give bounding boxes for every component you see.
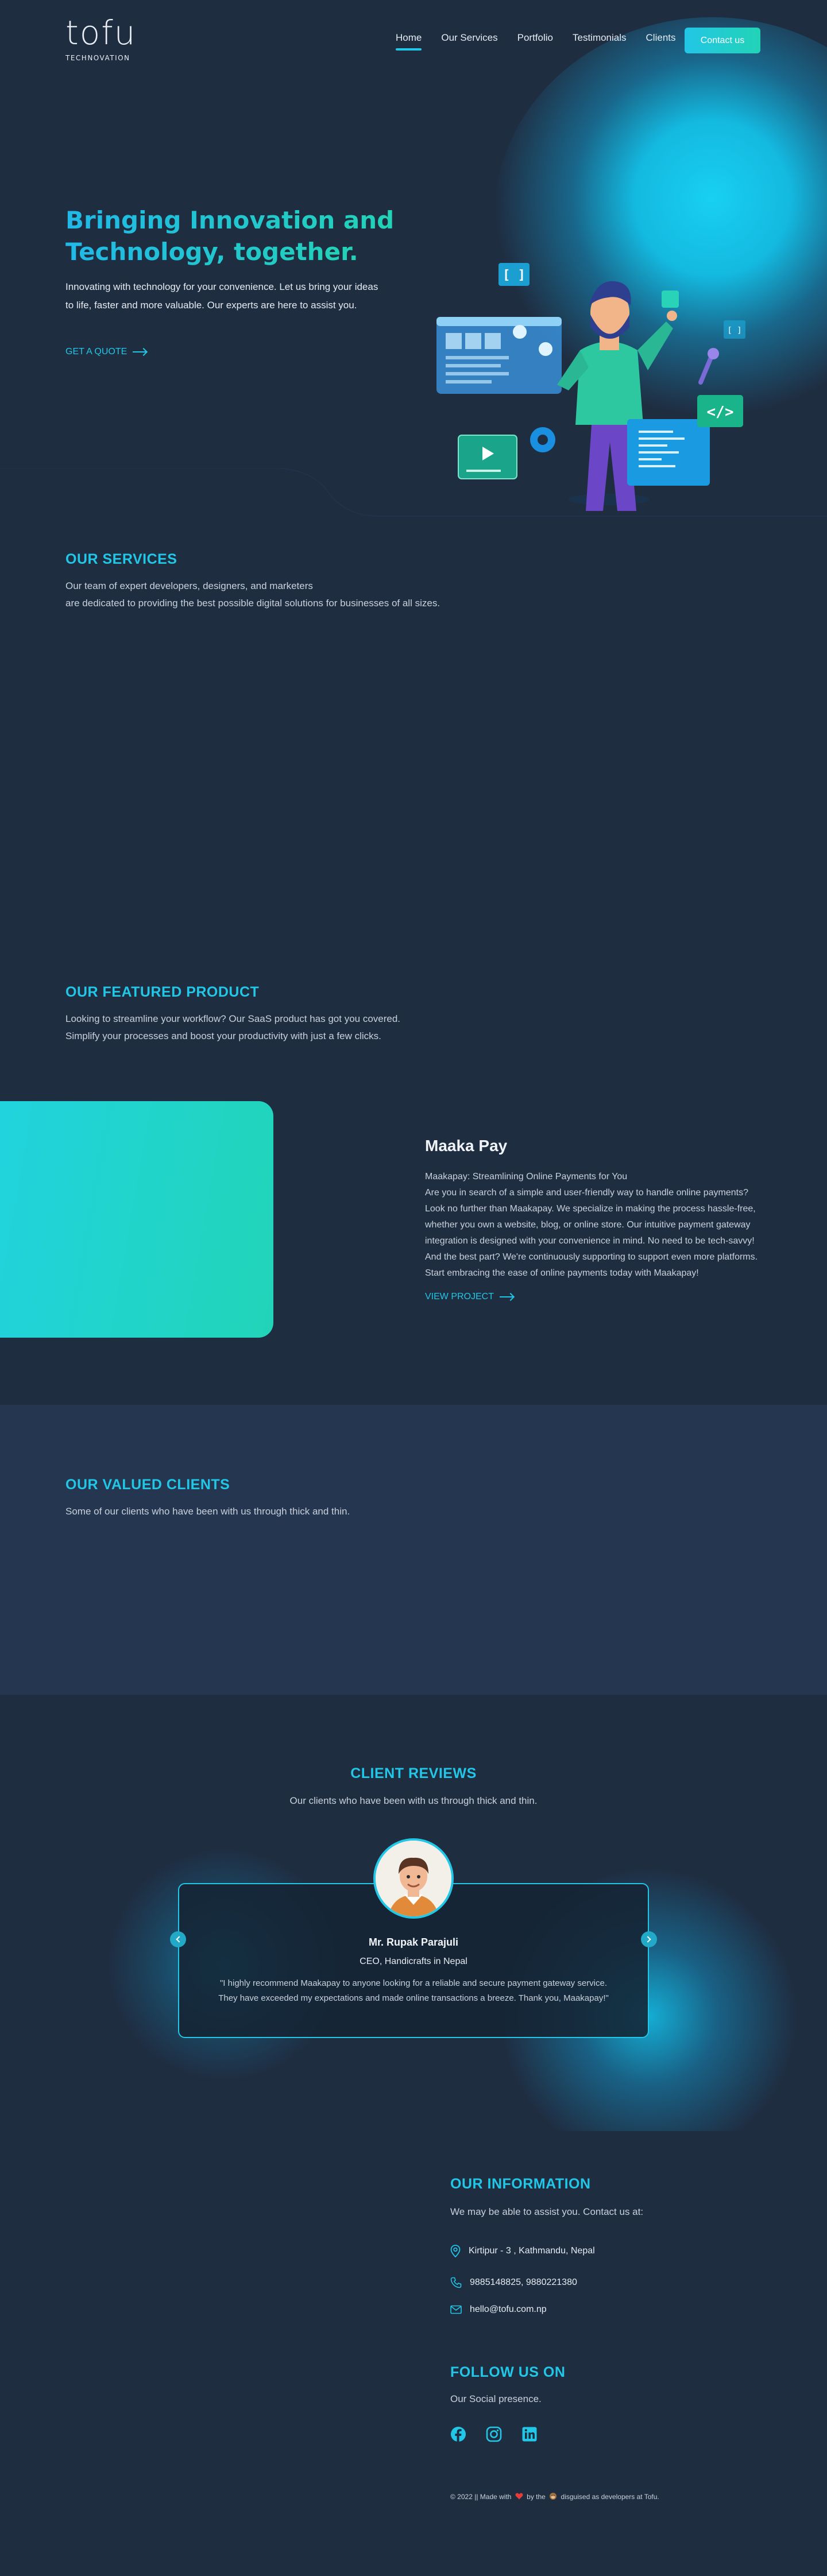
featured-title: OUR FEATURED PRODUCT [65,984,260,1000]
review-next-button[interactable] [641,1931,657,1947]
product-desc-line: Start embracing the ease of online payme… [425,1268,699,1278]
footer [0,2131,827,2576]
hero-text: Innovating with technology for your conv… [65,281,378,311]
nav-our-services[interactable]: Our Services [441,32,497,44]
instagram-icon[interactable] [486,2426,502,2442]
chevron-right-icon [644,1936,651,1943]
address-row: Kirtipur - 3 , Kathmandu, Nepal [450,2245,595,2257]
review-prev-button[interactable] [170,1931,186,1947]
chevron-left-icon [176,1936,183,1943]
email-icon [450,2305,462,2314]
services-text-line2: are dedicated to providing the best poss… [65,598,440,609]
logo-subtitle: TECHNOVATION [65,54,130,62]
nav-testimonials[interactable]: Testimonials [573,32,627,44]
avatar-illustration [376,1841,451,1916]
product-desc-line: integration is designed with your conven… [425,1236,755,1246]
svg-text:[ ]: [ ] [503,268,525,282]
facebook-icon[interactable] [450,2426,466,2442]
nav-clients[interactable]: Clients [646,32,676,44]
svg-text:</>: </> [707,404,734,421]
product-desc-line: Are you in search of a simple and user-f… [425,1188,748,1198]
reviewer-avatar [373,1838,454,1919]
review-quote: "I highly recommend Maakapay to anyone l… [218,1978,609,2003]
hero-title-line2: Technology, together. [65,238,358,266]
clients-title: OUR VALUED CLIENTS [65,1477,230,1493]
svg-text:[ ]: [ ] [727,326,741,335]
copyright-middle: by the [527,2493,546,2501]
phone-row: 9885148825, 9880221380 [450,2277,577,2288]
product-name: Maaka Pay [425,1137,508,1155]
hero-curve [0,468,827,517]
copyright-prefix: © 2022 || Made with [450,2493,512,2501]
featured-text-line1: Looking to streamline your workflow? Our… [65,1013,401,1024]
reviewer-role: CEO, Handicrafts in Nepal [360,1957,467,1966]
info-title: OUR INFORMATION [450,2176,591,2192]
services-text: Our team of expert developers, designers… [65,578,582,612]
address-text: Kirtipur - 3 , Kathmandu, Nepal [469,2246,595,2256]
hero-title-line1: Bringing Innovation and [65,206,395,234]
arrow-right-icon [500,1296,514,1297]
heart-icon [515,2493,523,2500]
hero-title: Bringing Innovation and Technology, toge… [65,204,410,268]
linkedin-icon[interactable] [521,2426,538,2442]
info-text: We may be able to assist you. Contact us… [450,2206,644,2217]
services-text-line1: Our team of expert developers, designers… [65,580,313,591]
copyright: © 2022 || Made with by the disguised as … [450,2492,659,2501]
product-desc-line: And the best part? We're continuously su… [425,1252,758,1262]
featured-text: Looking to streamline your workflow? Our… [65,1010,582,1045]
product-desc-line: Look no further than Maakapay. We specia… [425,1204,756,1214]
phone-icon [450,2277,462,2288]
reviews-text: Our clients who have been with us throug… [289,1795,538,1806]
services-title: OUR SERVICES [65,551,177,567]
reviews-title: CLIENT REVIEWS [350,1765,477,1781]
product-desc-line: whether you own a website, blog, or onli… [425,1220,751,1230]
email-row: hello@tofu.com.np [450,2304,547,2315]
clients-section [0,1405,827,1695]
site-header: tofu TECHNOVATION Home Our Services Port… [0,0,827,75]
view-project-label: VIEW PROJECT [425,1292,494,1301]
logo[interactable]: tofu TECHNOVATION [65,16,140,65]
hero-section: [ ] [ ] </> Bringing Innovation and Tech… [0,0,827,517]
product-card[interactable] [0,1101,273,1338]
logo-word: tofu [65,13,137,52]
arrow-right-icon [133,351,147,352]
email-text[interactable]: hello@tofu.com.np [470,2304,547,2315]
main-nav: Home Our Services Portfolio Testimonials… [396,32,695,51]
location-icon [450,2245,461,2257]
clients-text: Some of our clients who have been with u… [65,1506,350,1517]
get-quote-label: GET A QUOTE [65,347,127,357]
phone-text[interactable]: 9885148825, 9880221380 [470,2277,577,2288]
reviewer-name: Mr. Rupak Parajuli [368,1936,459,1948]
monkey-icon [550,2493,557,2500]
get-quote-link[interactable]: GET A QUOTE [65,347,147,357]
follow-title: FOLLOW US ON [450,2364,566,2380]
featured-text-line2: Simplify your processes and boost your p… [65,1031,381,1041]
nav-home[interactable]: Home [396,32,422,51]
product-desc-line: Maakapay: Streamlining Online Payments f… [425,1172,628,1182]
follow-text: Our Social presence. [450,2393,542,2404]
product-description: Maakapay: Streamlining Online Payments f… [425,1169,758,1281]
contact-us-button[interactable]: Contact us [685,28,760,53]
copyright-suffix: disguised as developers at Tofu. [561,2493,659,2501]
nav-portfolio[interactable]: Portfolio [517,32,553,44]
view-project-link[interactable]: VIEW PROJECT [425,1292,514,1302]
